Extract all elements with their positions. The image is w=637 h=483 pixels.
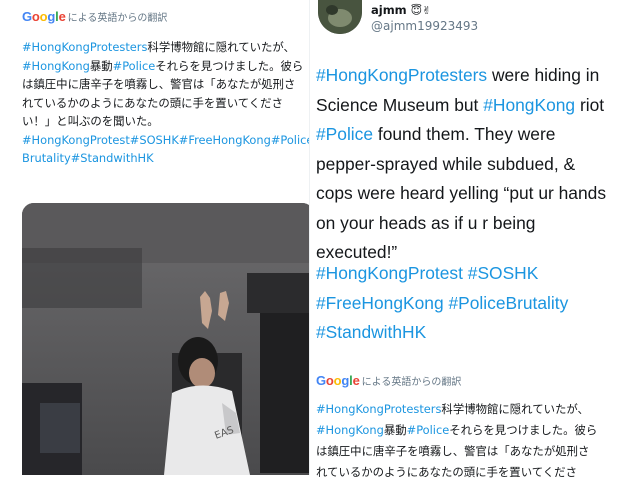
tweet-body-english: #HongKongProtesters were hiding in Scien…: [316, 61, 628, 268]
hashtag-link[interactable]: #HongKong: [316, 423, 384, 437]
hashtag-link[interactable]: #HongKongProtesters: [316, 65, 487, 85]
hashtag-link[interactable]: #HongKong: [22, 59, 90, 73]
japanese-translation-left: #HongKongProtesters科学博物館に隠れていたが、 #HongKo…: [22, 38, 314, 168]
hashtag-line[interactable]: #StandwithHK: [316, 318, 628, 348]
jp-line: れているかのようにあなたの頭に手を置いてくださ: [22, 95, 283, 110]
user-handle[interactable]: @ajmm19923493: [371, 19, 478, 33]
jp-line: は鎮圧中に唐辛子を噴霧し、警官は「あなたが処刑さ: [22, 77, 296, 91]
hashtag-link[interactable]: #Police: [316, 124, 373, 144]
hashtag-link[interactable]: #HongKongProtesters: [316, 402, 441, 416]
hashtag-link[interactable]: #Police: [113, 59, 156, 73]
jp-line: は鎮圧中に唐辛子を噴霧し、警官は「あなたが処刑さ: [316, 444, 590, 458]
jp-line: #HongKongProtesters科学博物館に隠れていたが、: [22, 40, 295, 54]
tweet-line: #Police found them. They were: [316, 124, 556, 144]
translate-bar-right[interactable]: Google による英語からの翻訳: [316, 373, 461, 388]
tweet-line: Science Museum but #HongKong riot: [316, 94, 605, 115]
jp-line: #HongKongProtesters科学博物館に隠れていたが、: [316, 402, 589, 416]
jp-hashtags[interactable]: Brutality#StandwithHK: [22, 149, 314, 168]
translation-label: による英語からの翻訳: [67, 13, 168, 24]
jp-line: #HongKong暴動#Policeそれらを見つけました。彼ら: [316, 423, 598, 437]
user-display-name[interactable]: ajmm 😇✌: [371, 3, 431, 17]
hashtag-link[interactable]: #HongKong: [483, 95, 575, 115]
hashtag-line[interactable]: #FreeHongKong #PoliceBrutality: [316, 289, 628, 319]
emoji-icon: 😇✌: [410, 3, 432, 17]
tweet-line: #HongKongProtesters were hiding in: [316, 65, 600, 85]
japanese-translation-right: #HongKongProtesters科学博物館に隠れていたが、 #HongKo…: [316, 399, 632, 483]
hashtag-link[interactable]: #HongKongProtesters: [22, 40, 147, 54]
hashtag-line[interactable]: #HongKongProtest #SOSHK: [316, 259, 628, 289]
jp-line: い！」と叫ぶのを聞いた。: [22, 114, 159, 128]
google-logo: Google: [316, 373, 360, 388]
left-tweet-panel: Google による英語からの翻訳 #HongKongProtesters科学博…: [0, 0, 318, 475]
translate-bar-left[interactable]: Google による英語からの翻訳: [22, 9, 167, 24]
jp-line: れているかのようにあなたの頭に手を置いてくださ: [316, 465, 577, 479]
translation-label: による英語からの翻訳: [361, 377, 462, 388]
hashtag-link[interactable]: #Police: [407, 423, 450, 437]
user-name[interactable]: ajmm: [371, 3, 407, 17]
google-logo: Google: [22, 9, 66, 24]
tweet-line: pepper-sprayed while subdued, &: [316, 153, 576, 174]
video-player[interactable]: EAS: [22, 203, 314, 475]
tweet-line: on your heads as if u r being: [316, 212, 536, 233]
tweet-line: cops were heard yelling “put ur hands: [316, 183, 607, 203]
jp-hashtags[interactable]: #HongKongProtest#SOSHK#FreeHongKong#Poli…: [22, 131, 314, 150]
video-frame: EAS: [22, 203, 314, 475]
jp-line: #HongKong暴動#Policeそれらを見つけました。彼ら: [22, 58, 304, 73]
tweet-hashtags: #HongKongProtest #SOSHK #FreeHongKong #P…: [316, 259, 628, 348]
